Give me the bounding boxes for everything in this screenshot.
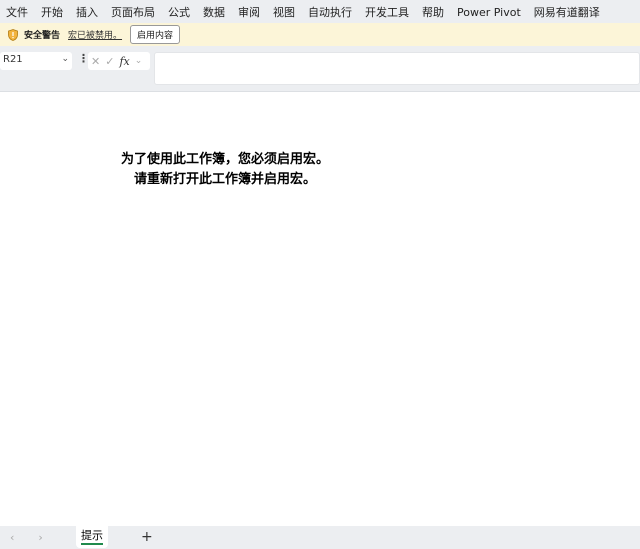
insert-function-icon[interactable]: fx xyxy=(119,55,129,68)
menu-file[interactable]: 文件 xyxy=(6,4,28,20)
menu-automate[interactable]: 自动执行 xyxy=(308,4,352,20)
formula-input[interactable] xyxy=(154,52,640,85)
macro-message: 为了使用此工作簿，您必须启用宏。 请重新打开此工作簿并启用宏。 xyxy=(0,150,450,190)
prev-sheet-icon[interactable]: ‹ xyxy=(10,531,14,544)
sheet-tab-bar: ‹ › 提示 + xyxy=(0,526,640,549)
enter-check-icon[interactable]: ✓ xyxy=(105,55,114,68)
add-sheet-button[interactable]: + xyxy=(141,529,153,545)
menu-power-pivot[interactable]: Power Pivot xyxy=(457,6,521,19)
shield-warning-icon xyxy=(8,28,18,41)
menu-insert[interactable]: 插入 xyxy=(76,4,98,20)
menu-formulas[interactable]: 公式 xyxy=(168,4,190,20)
active-tab-indicator xyxy=(81,543,103,545)
menu-page-layout[interactable]: 页面布局 xyxy=(111,4,155,20)
menu-youdao[interactable]: 网易有道翻译 xyxy=(534,4,600,20)
chevron-down-icon[interactable]: ⌄ xyxy=(61,54,69,64)
menu-review[interactable]: 审阅 xyxy=(238,4,260,20)
formula-controls: ✕ ✓ fx ⌄ xyxy=(88,52,150,70)
enable-content-button[interactable]: 启用内容 xyxy=(130,25,181,44)
menu-view[interactable]: 视图 xyxy=(273,4,295,20)
message-line-1: 为了使用此工作簿，您必须启用宏。 xyxy=(120,152,329,167)
next-sheet-icon[interactable]: › xyxy=(38,531,42,544)
menu-help[interactable]: 帮助 xyxy=(422,4,444,20)
sheet-tab-label: 提示 xyxy=(81,529,103,542)
menu-data[interactable]: 数据 xyxy=(203,4,225,20)
warning-title: 安全警告 xyxy=(24,31,61,41)
menu-developer[interactable]: 开发工具 xyxy=(365,4,409,20)
warning-message-link[interactable]: 宏已被禁用。 xyxy=(68,28,122,41)
message-line-2: 请重新打开此工作簿并启用宏。 xyxy=(133,172,316,187)
security-warning-bar: 安全警告 宏已被禁用。 启用内容 xyxy=(0,23,640,46)
cancel-icon[interactable]: ✕ xyxy=(91,55,100,68)
name-box-value: R21 xyxy=(3,54,23,65)
menu-bar: 文件 开始 插入 页面布局 公式 数据 审阅 视图 自动执行 开发工具 帮助 P… xyxy=(0,0,640,24)
chevron-down-icon[interactable]: ⌄ xyxy=(135,56,143,66)
formula-bar: R21 ⌄ ⋮ ✕ ✓ fx ⌄ xyxy=(0,46,640,92)
sheet-tab-tishi[interactable]: 提示 xyxy=(76,526,108,548)
name-box[interactable]: R21 ⌄ xyxy=(0,52,72,70)
menu-home[interactable]: 开始 xyxy=(41,4,63,20)
